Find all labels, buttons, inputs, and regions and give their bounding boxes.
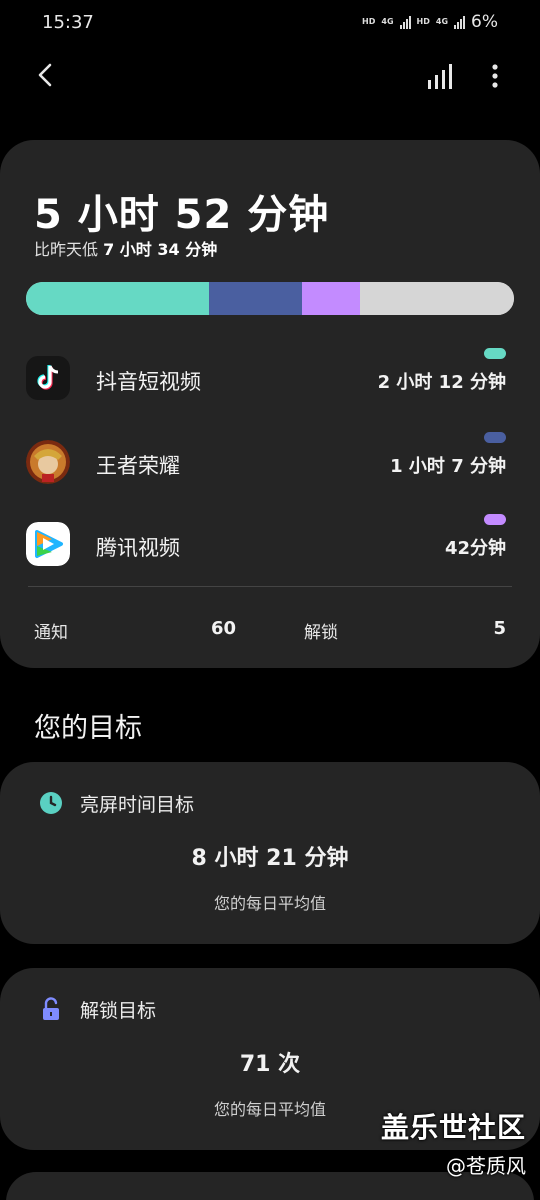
network-type: 4G — [381, 17, 394, 26]
hd-indicator: HD — [362, 17, 376, 26]
more-vertical-icon — [492, 64, 498, 88]
notifications-count: 60 — [210, 618, 236, 639]
app-row-honor-of-kings[interactable]: 王者荣耀 1 小时 7 分钟 — [0, 432, 540, 492]
signal-icon — [399, 15, 411, 29]
network-type-2: 4G — [435, 17, 449, 26]
hd-indicator-2: HD — [416, 17, 430, 26]
app-usage-time: 1 小时 7 分钟 — [390, 456, 506, 477]
comparison-value: 7 小时 34 分钟 — [103, 240, 218, 259]
usage-segment — [26, 282, 209, 315]
total-screen-time: 5 小时 52 分钟 — [34, 192, 330, 238]
clock-icon — [40, 792, 62, 814]
app-usage-time: 42分钟 — [444, 538, 506, 559]
goal-subtitle: 您的每日平均值 — [213, 894, 326, 913]
app-row-douyin[interactable]: 抖音短视频 2 小时 12 分钟 — [0, 348, 540, 408]
statistics-button[interactable] — [424, 60, 458, 94]
app-color-dot — [484, 514, 506, 525]
usage-segment — [360, 282, 514, 315]
unlocks-label: 解锁 — [304, 623, 338, 643]
signal-icon-2 — [454, 15, 466, 29]
goal-title: 解锁目标 — [80, 1000, 157, 1022]
usage-breakdown-bar — [26, 282, 514, 315]
watermark-title: 盖乐世社区 — [380, 1111, 526, 1144]
status-time: 15:37 — [42, 12, 94, 33]
usage-segment — [301, 282, 361, 315]
watermark-author: @苍质风 — [446, 1154, 526, 1178]
usage-segment — [209, 282, 302, 315]
app-row-tencent-video[interactable]: 腾讯视频 42分钟 — [0, 514, 540, 574]
screen-time-goal-card[interactable]: 亮屏时间目标 8 小时 21 分钟 您的每日平均值 — [0, 762, 540, 944]
usage-summary-card[interactable]: 5 小时 52 分钟 比昨天低 7 小时 34 分钟 抖音短视频 2 小时 12… — [0, 140, 540, 668]
comparison-text: 比昨天低 7 小时 34 分钟 — [34, 236, 217, 260]
douyin-icon — [26, 356, 70, 400]
divider — [28, 586, 512, 587]
bar-chart-icon — [428, 64, 452, 89]
status-indicators: HD 4G HD 4G 6% — [362, 12, 498, 32]
comparison-prefix: 比昨天低 — [34, 240, 104, 259]
back-arrow-icon — [38, 63, 52, 87]
tencent-video-icon — [26, 522, 70, 566]
honor-of-kings-icon — [26, 440, 70, 484]
more-options-button[interactable] — [480, 60, 510, 94]
goal-value: 8 小时 21 分钟 — [191, 846, 349, 871]
app-color-dot — [484, 348, 506, 359]
app-name: 王者荣耀 — [96, 454, 180, 478]
unlock-icon — [43, 997, 59, 1020]
app-color-dot — [484, 432, 506, 443]
toolbar — [0, 50, 540, 104]
battery-level: 6% — [471, 12, 498, 32]
status-bar: 15:37 HD 4G HD 4G 6% — [0, 0, 540, 46]
app-name: 抖音短视频 — [96, 370, 201, 394]
app-name: 腾讯视频 — [96, 536, 180, 560]
notifications-label: 通知 — [34, 623, 68, 643]
goals-section-title: 您的目标 — [34, 713, 142, 744]
goal-title: 亮屏时间目标 — [80, 794, 195, 816]
app-usage-time: 2 小时 12 分钟 — [377, 372, 506, 393]
back-button[interactable] — [30, 58, 64, 92]
unlocks-count: 5 — [493, 618, 506, 639]
goal-value: 71 次 — [239, 1052, 301, 1077]
